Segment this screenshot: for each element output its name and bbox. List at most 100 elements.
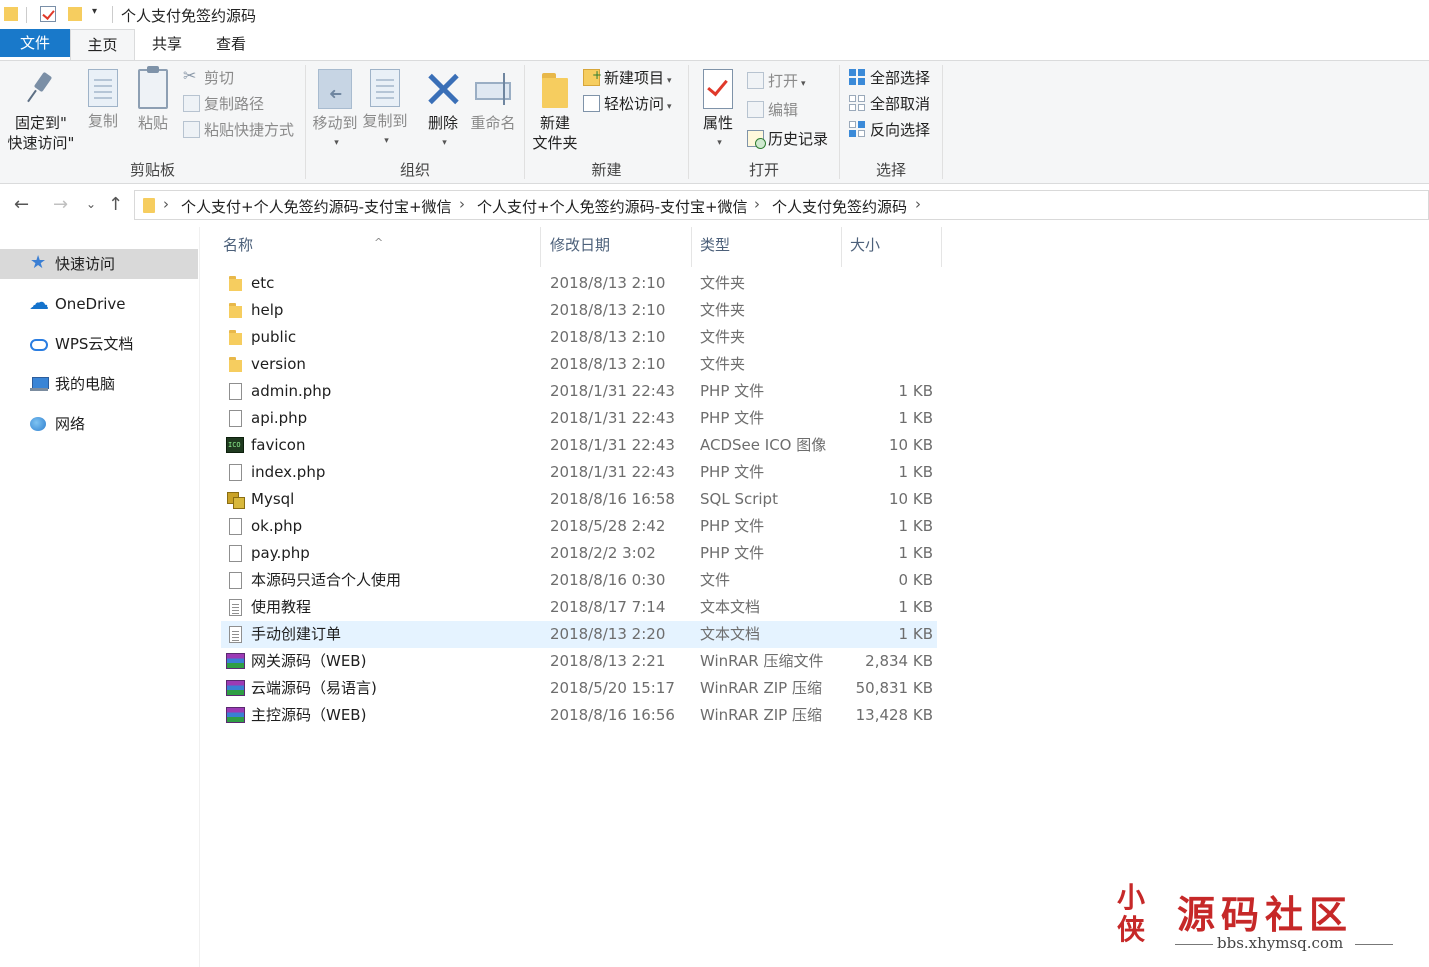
nav-item-onedrive[interactable]: OneDrive: [0, 287, 198, 319]
file-name: help: [251, 301, 284, 319]
file-row[interactable]: help 2018/8/13 2:10 文件夹: [221, 297, 937, 324]
qat-dropdown-icon[interactable]: ▾: [92, 6, 97, 17]
forward-arrow-icon[interactable]: →: [53, 194, 68, 215]
tab-home[interactable]: 主页: [70, 29, 135, 61]
tab-share[interactable]: 共享: [136, 29, 198, 61]
new-item-button[interactable]: 新建项目▾: [583, 64, 672, 89]
nav-item-this-pc[interactable]: 我的电脑: [0, 369, 198, 399]
edit-button[interactable]: 编辑: [747, 99, 798, 121]
cut-button[interactable]: 剪切: [183, 65, 234, 89]
file-size: 1 KB: [898, 517, 933, 535]
rename-button[interactable]: 重命名: [466, 61, 520, 133]
file-row[interactable]: Mysql 2018/8/16 16:58 SQL Script 10 KB: [221, 486, 937, 513]
sql-script-icon: [227, 491, 245, 509]
select-none-button[interactable]: 全部取消: [849, 93, 930, 115]
easy-access-label: 轻松访问: [604, 95, 665, 113]
file-row[interactable]: 网关源码（WEB) 2018/8/13 2:21 WinRAR 压缩文件 2,834 …: [221, 648, 937, 675]
copy-label: 复制: [87, 112, 118, 130]
file-row[interactable]: index.php 2018/1/31 22:43 PHP 文件 1 KB: [221, 459, 937, 486]
history-icon: [747, 130, 766, 149]
chevron-right-icon[interactable]: ›: [754, 195, 760, 213]
copy-path-button[interactable]: 复制路径: [183, 93, 264, 115]
column-header-type[interactable]: 类型: [692, 227, 842, 267]
breadcrumb-item[interactable]: 个人支付+个人免签约源码-支付宝+微信: [477, 196, 748, 217]
file-row[interactable]: api.php 2018/1/31 22:43 PHP 文件 1 KB: [221, 405, 937, 432]
new-folder-button[interactable]: 新建 文件夹: [529, 61, 581, 153]
file-type: WinRAR 压缩文件: [700, 652, 824, 670]
file-row[interactable]: 本源码只适合个人使用 2018/8/16 0:30 文件 0 KB: [221, 567, 937, 594]
easy-access-dropdown-icon: ▾: [667, 102, 672, 112]
file-type: PHP 文件: [700, 409, 765, 427]
pin-quick-access-button[interactable]: 固定到" 快速访问": [4, 61, 78, 153]
nav-item-quick-access[interactable]: 快速访问: [0, 248, 198, 279]
chevron-right-icon[interactable]: ›: [163, 195, 169, 213]
column-header-label: 大小: [850, 236, 881, 254]
new-item-icon: [583, 64, 602, 86]
select-all-button[interactable]: 全部选择: [849, 67, 930, 89]
file-date: 2018/8/16 16:58: [550, 490, 675, 508]
new-item-label: 新建项目: [604, 69, 665, 87]
move-to-button[interactable]: 移动到 ▾: [310, 61, 360, 153]
easy-access-button[interactable]: 轻松访问 ▾: [583, 93, 672, 115]
history-button[interactable]: 历史记录: [747, 128, 828, 150]
history-label: 历史记录: [768, 130, 829, 148]
file-row[interactable]: 主控源码（WEB) 2018/8/16 16:56 WinRAR ZIP 压缩 13,…: [221, 702, 937, 729]
file-type: WinRAR ZIP 压缩: [700, 679, 822, 697]
nav-item-network[interactable]: 网络: [0, 409, 198, 439]
properties-quick-icon[interactable]: [40, 6, 56, 22]
file-type: PHP 文件: [700, 463, 765, 481]
qat-separator: [26, 7, 27, 23]
delete-button[interactable]: 删除 ▾: [420, 61, 466, 153]
file-row[interactable]: 云端源码（易语言) 2018/5/20 15:17 WinRAR ZIP 压缩 50,…: [221, 675, 937, 702]
copy-to-icon: [370, 69, 400, 107]
paste-button[interactable]: 粘贴: [130, 61, 176, 133]
up-arrow-icon[interactable]: ↑: [108, 194, 123, 215]
move-to-label: 移动到: [312, 114, 358, 132]
file-row[interactable]: favicon 2018/1/31 22:43 ACDSee ICO 图像 10 KB: [221, 432, 937, 459]
file-row[interactable]: 手动创建订单 2018/8/13 2:20 文本文档 1 KB: [221, 621, 937, 648]
breadcrumb-item[interactable]: 个人支付免签约源码: [772, 196, 907, 217]
file-row[interactable]: public 2018/8/13 2:10 文件夹: [221, 324, 937, 351]
column-header-name[interactable]: 名称 ^: [201, 227, 541, 267]
file-row[interactable]: pay.php 2018/2/2 3:02 PHP 文件 1 KB: [221, 540, 937, 567]
file-type: PHP 文件: [700, 544, 765, 562]
paste-shortcut-button[interactable]: 粘贴快捷方式: [183, 119, 294, 141]
open-button[interactable]: 打开 ▾: [747, 70, 806, 92]
tab-view[interactable]: 查看: [200, 29, 262, 61]
breadcrumb-item[interactable]: 个人支付+个人免签约源码-支付宝+微信: [181, 196, 452, 217]
tab-file[interactable]: 文件: [0, 29, 70, 57]
nav-item-label: 快速访问: [55, 255, 116, 273]
edit-icon: [747, 101, 764, 118]
select-all-icon: [849, 69, 866, 86]
file-name: etc: [251, 274, 275, 292]
folder-icon: [4, 7, 18, 21]
copy-button[interactable]: 复制: [80, 61, 126, 131]
chevron-right-icon[interactable]: ›: [915, 195, 921, 213]
select-none-icon: [849, 95, 866, 112]
invert-selection-button[interactable]: 反向选择: [849, 119, 930, 141]
clipboard-group-label: 剪贴板: [129, 161, 175, 179]
file-row[interactable]: etc 2018/8/13 2:10 文件夹: [221, 270, 937, 297]
address-bar[interactable]: › 个人支付+个人免签约源码-支付宝+微信 › 个人支付+个人免签约源码-支付宝…: [134, 190, 1429, 220]
move-to-icon: [318, 69, 352, 109]
edit-label: 编辑: [768, 101, 799, 119]
properties-button[interactable]: 属性 ▾: [695, 61, 741, 153]
file-row[interactable]: version 2018/8/13 2:10 文件夹: [221, 351, 937, 378]
recent-locations-chevron-icon[interactable]: ⌄: [86, 197, 96, 211]
navigation-bar: ← → ⌄ ↑ › 个人支付+个人免签约源码-支付宝+微信 › 个人支付+个人免…: [0, 185, 1429, 227]
file-row[interactable]: admin.php 2018/1/31 22:43 PHP 文件 1 KB: [221, 378, 937, 405]
column-header-date[interactable]: 修改日期: [542, 227, 692, 267]
title-bar: ▾ 个人支付免签约源码: [0, 0, 1429, 29]
column-header-size[interactable]: 大小: [842, 227, 942, 267]
copy-to-button[interactable]: 复制到 ▾: [360, 61, 410, 151]
chevron-right-icon[interactable]: ›: [459, 195, 465, 213]
file-row[interactable]: 使用教程 2018/8/17 7:14 文本文档 1 KB: [221, 594, 937, 621]
folder-icon: [227, 275, 243, 292]
file-row[interactable]: ok.php 2018/5/28 2:42 PHP 文件 1 KB: [221, 513, 937, 540]
back-arrow-icon[interactable]: ←: [14, 194, 29, 215]
nav-item-wps-cloud[interactable]: WPS云文档: [0, 329, 198, 359]
column-header-label: 名称: [223, 236, 254, 254]
folder-icon: [227, 356, 243, 373]
new-folder-quick-icon[interactable]: [68, 7, 82, 21]
navigation-pane: 快速访问 OneDrive WPS云文档 我的电脑 网络: [0, 227, 200, 967]
